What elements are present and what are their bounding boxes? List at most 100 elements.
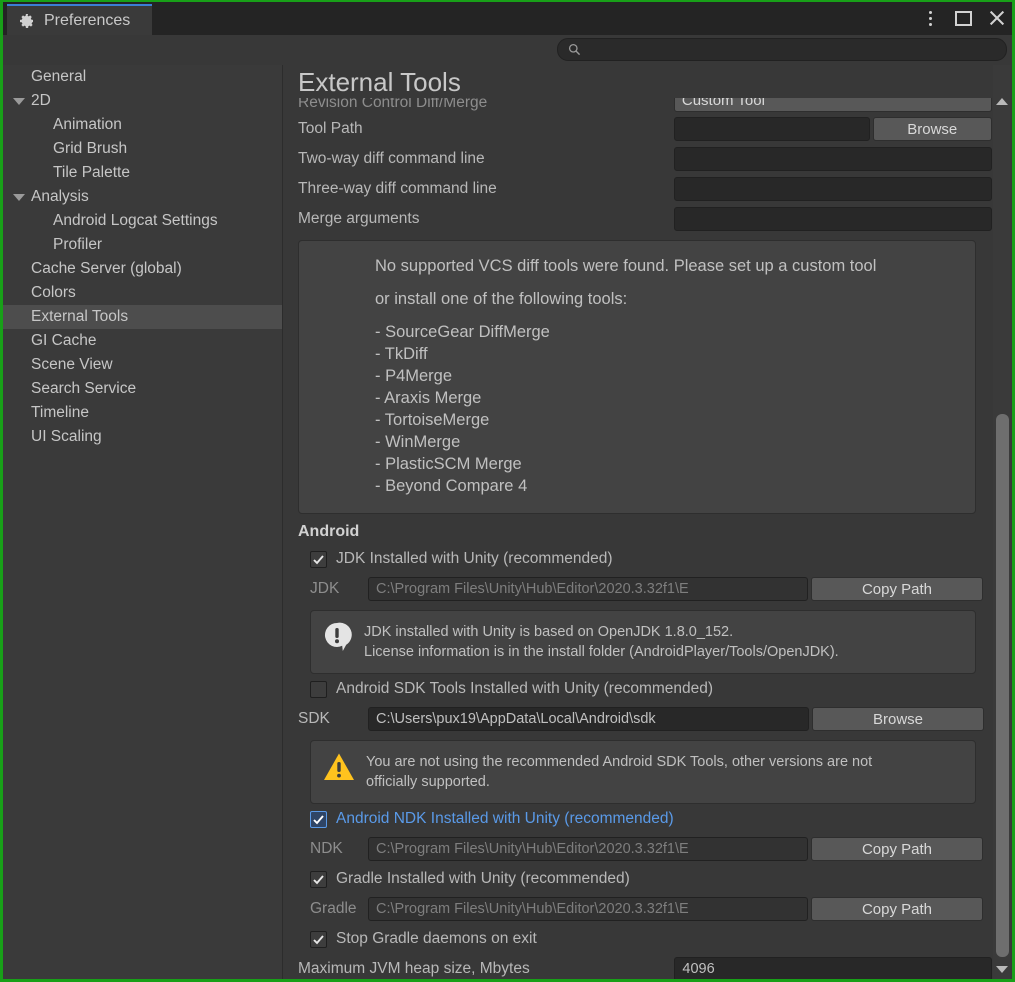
vcs-notice-line2: or install one of the following tools: bbox=[311, 288, 963, 310]
jdk-checkbox[interactable] bbox=[310, 551, 327, 568]
preferences-window: Preferences General 2D AnimationGrid Brush… bbox=[0, 0, 1015, 982]
page-title: External Tools bbox=[298, 67, 461, 98]
vcs-tool-item: - TkDiff bbox=[375, 343, 963, 365]
sidebar-item-general[interactable]: General bbox=[3, 65, 282, 89]
vcs-notice-line1: No supported VCS diff tools were found. … bbox=[311, 255, 963, 277]
ndk-checkbox[interactable] bbox=[310, 811, 327, 828]
sidebar-item-label: Analysis bbox=[31, 188, 89, 206]
sidebar-item-ui-scaling[interactable]: UI Scaling bbox=[3, 425, 282, 449]
sdk-checkbox[interactable] bbox=[310, 681, 327, 698]
tool-path-browse-button[interactable]: Browse bbox=[873, 117, 992, 141]
gradle-copy-path-button[interactable]: Copy Path bbox=[811, 897, 983, 921]
sidebar-item-android-logcat-settings[interactable]: Android Logcat Settings bbox=[3, 209, 282, 233]
sidebar-item-external-tools[interactable]: External Tools bbox=[3, 305, 282, 329]
search-row bbox=[3, 35, 1012, 65]
sidebar-item-label: 2D bbox=[31, 92, 51, 110]
settings-tree[interactable]: General 2D AnimationGrid Brush Tile Palette… bbox=[3, 65, 283, 979]
sidebar-item-label: General bbox=[31, 68, 86, 86]
stop-gradle-checkbox[interactable] bbox=[310, 931, 327, 948]
vertical-scrollbar[interactable] bbox=[993, 65, 1011, 979]
jdk-copy-path-button[interactable]: Copy Path bbox=[811, 577, 983, 601]
settings-content: Revision Control Diff/Merge Custom Tool … bbox=[284, 98, 992, 979]
warning-icon bbox=[323, 752, 355, 787]
merge-arguments-input[interactable] bbox=[674, 207, 992, 231]
sidebar-item-label: Tile Palette bbox=[53, 164, 130, 182]
vcs-tool-item: - PlasticSCM Merge bbox=[375, 453, 963, 475]
jvm-heap-input[interactable]: 4096 bbox=[674, 957, 992, 979]
sdk-path-input[interactable]: C:\Users\pux19\AppData\Local\Android\sdk bbox=[368, 707, 809, 731]
sidebar-item-label: GI Cache bbox=[31, 332, 96, 350]
sdk-checkbox-label: Android SDK Tools Installed with Unity (… bbox=[336, 680, 713, 698]
row-sdk-checkbox[interactable]: Android SDK Tools Installed with Unity (… bbox=[284, 674, 992, 704]
window-controls bbox=[921, 4, 1006, 32]
sdk-warning-box: You are not using the recommended Androi… bbox=[310, 740, 976, 804]
row-ndk-checkbox[interactable]: Android NDK Installed with Unity (recomm… bbox=[284, 804, 992, 834]
sidebar-item-label: Colors bbox=[31, 284, 76, 302]
gradle-path-label: Gradle bbox=[310, 900, 368, 918]
foldout-expanded-icon[interactable] bbox=[11, 98, 27, 105]
ndk-path-label: NDK bbox=[310, 840, 368, 858]
row-jdk-checkbox[interactable]: JDK Installed with Unity (recommended) bbox=[284, 544, 992, 574]
sidebar-item-colors[interactable]: Colors bbox=[3, 281, 282, 305]
tool-path-input[interactable] bbox=[674, 117, 869, 141]
sidebar-item-grid-brush[interactable]: Grid Brush bbox=[3, 137, 282, 161]
row-gradle-checkbox[interactable]: Gradle Installed with Unity (recommended… bbox=[284, 864, 992, 894]
gradle-checkbox[interactable] bbox=[310, 871, 327, 888]
row-jvm-heap: Maximum JVM heap size, Mbytes 4096 bbox=[284, 954, 992, 979]
row-tool-path: Tool Path Browse bbox=[284, 114, 992, 144]
sidebar-item-timeline[interactable]: Timeline bbox=[3, 401, 282, 425]
check-icon bbox=[312, 933, 325, 946]
close-icon[interactable] bbox=[988, 9, 1006, 27]
sdk-warning-line2: officially supported. bbox=[366, 772, 872, 792]
chevron-up-icon[interactable] bbox=[993, 93, 1011, 109]
main-panel: External Tools Revision Control Diff/Mer… bbox=[284, 65, 1012, 979]
gradle-path-input: C:\Program Files\Unity\Hub\Editor\2020.3… bbox=[368, 897, 808, 921]
ndk-copy-path-button[interactable]: Copy Path bbox=[811, 837, 983, 861]
title-bar: Preferences bbox=[3, 2, 1012, 35]
jdk-path-label: JDK bbox=[310, 580, 368, 598]
row-three-way-diff: Three-way diff command line bbox=[284, 174, 992, 204]
sidebar-item-tile-palette[interactable]: Tile Palette bbox=[3, 161, 282, 185]
sidebar-item-label: Timeline bbox=[31, 404, 89, 422]
foldout-expanded-icon[interactable] bbox=[11, 194, 27, 201]
maximize-icon[interactable] bbox=[955, 11, 972, 26]
sidebar-item-label: Search Service bbox=[31, 380, 136, 398]
scrollbar-thumb[interactable] bbox=[996, 414, 1009, 957]
search-icon bbox=[568, 43, 581, 56]
sidebar-item-label: Scene View bbox=[31, 356, 113, 374]
sidebar-item-analysis[interactable]: Analysis bbox=[3, 185, 282, 209]
sidebar-item-animation[interactable]: Animation bbox=[3, 113, 282, 137]
row-stop-gradle-checkbox[interactable]: Stop Gradle daemons on exit bbox=[284, 924, 992, 954]
more-vertical-icon[interactable] bbox=[921, 11, 939, 26]
ndk-path-input: C:\Program Files\Unity\Hub\Editor\2020.3… bbox=[368, 837, 808, 861]
three-way-diff-input[interactable] bbox=[674, 177, 992, 201]
sidebar-item-scene-view[interactable]: Scene View bbox=[3, 353, 282, 377]
jdk-path-input: C:\Program Files\Unity\Hub\Editor\2020.3… bbox=[368, 577, 808, 601]
check-icon bbox=[312, 553, 325, 566]
tab-preferences[interactable]: Preferences bbox=[7, 4, 152, 35]
row-revision-control[interactable]: Revision Control Diff/Merge Custom Tool bbox=[284, 98, 992, 112]
search-box[interactable] bbox=[557, 38, 1007, 61]
vcs-tool-item: - Araxis Merge bbox=[375, 387, 963, 409]
revision-control-dropdown[interactable]: Custom Tool bbox=[674, 98, 992, 112]
vcs-tool-list: - SourceGear DiffMerge- TkDiff- P4Merge-… bbox=[375, 321, 963, 497]
jdk-info-line2: License information is in the install fo… bbox=[364, 642, 839, 662]
android-section-header: Android bbox=[284, 514, 992, 544]
search-input[interactable] bbox=[587, 43, 987, 57]
vcs-tool-item: - TortoiseMerge bbox=[375, 409, 963, 431]
sidebar-item-gi-cache[interactable]: GI Cache bbox=[3, 329, 282, 353]
sidebar-item-2d[interactable]: 2D bbox=[3, 89, 282, 113]
sdk-browse-button[interactable]: Browse bbox=[812, 707, 984, 731]
sidebar-item-label: Profiler bbox=[53, 236, 102, 254]
two-way-diff-input[interactable] bbox=[674, 147, 992, 171]
three-way-diff-label: Three-way diff command line bbox=[298, 180, 656, 198]
sidebar-item-label: UI Scaling bbox=[31, 428, 102, 446]
sidebar-item-search-service[interactable]: Search Service bbox=[3, 377, 282, 401]
row-two-way-diff: Two-way diff command line bbox=[284, 144, 992, 174]
sidebar-item-profiler[interactable]: Profiler bbox=[3, 233, 282, 257]
tab-label: Preferences bbox=[44, 12, 130, 30]
sidebar-item-cache-server-global[interactable]: Cache Server (global) bbox=[3, 257, 282, 281]
chevron-down-icon[interactable] bbox=[993, 961, 1011, 977]
row-jdk-path: JDK C:\Program Files\Unity\Hub\Editor\20… bbox=[284, 574, 992, 604]
jvm-heap-label: Maximum JVM heap size, Mbytes bbox=[298, 960, 656, 978]
